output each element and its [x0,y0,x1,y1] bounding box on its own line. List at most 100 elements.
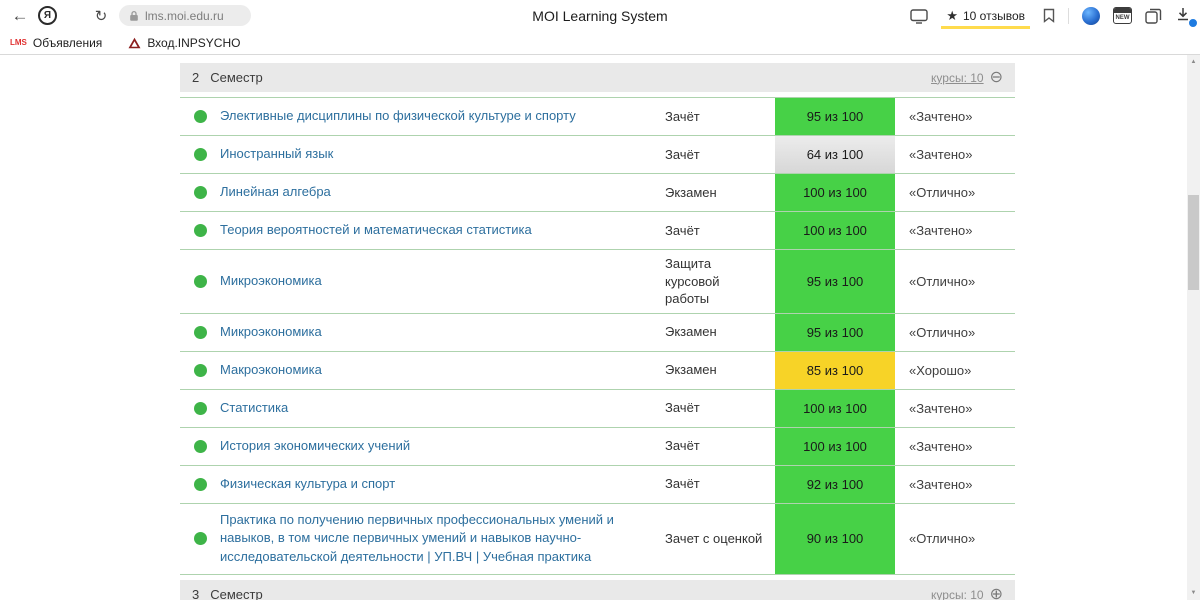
score-cell: 100 из 100 [775,212,895,249]
semester-label: Семестр [210,70,263,85]
status-dot-icon [193,325,207,339]
semester-label: Семестр [210,587,263,600]
score-cell: 100 из 100 [775,389,895,427]
yandex-icon: Я [43,10,52,21]
table-row: Микроэкономика Защита курсовой работы 95… [180,250,1015,314]
toolbar-right-icons: ★ 10 отзывов NEW [910,0,1198,31]
subject-link[interactable]: Практика по получению первичных професси… [220,504,665,575]
score-cell: 90 из 100 [775,503,895,575]
download-badge [1188,17,1198,28]
scrollbar[interactable]: ▲ ▼ [1187,55,1200,600]
lms-icon: LMS [10,38,27,47]
bookmark-icon[interactable] [1043,8,1055,23]
table-row: Макроэкономика Экзамен 85 из 100 «Хорошо… [180,351,1015,390]
grade-text: «Зачтено» [909,438,973,454]
table-row: Иностранный язык Зачёт 64 из 100 «Зачтен… [180,136,1015,174]
status-cell [180,390,220,427]
bookmarks-bar: LMS Объявления Вход.INPSYCHO [0,31,1200,55]
status-dot-icon [193,477,207,491]
assessment-type: Зачёт [665,146,700,162]
score-cell: 100 из 100 [775,427,895,465]
grade-text: «Отлично» [909,531,976,547]
reviews-button[interactable]: ★ 10 отзывов [941,3,1030,29]
courses-count-link[interactable]: курсы: 10 [931,588,984,600]
status-cell [180,504,220,575]
bookmark-item-inpsycho[interactable]: Вход.INPSYCHO [128,36,240,50]
assessment-type: Зачёт [665,222,700,238]
back-button[interactable]: ← [8,4,32,28]
courses-count-link[interactable]: курсы: 10 [931,71,984,85]
grade-text: «Зачтено» [909,476,973,492]
subject-link[interactable]: Физическая культура и спорт [220,466,665,503]
assessment-type: Экзамен [665,324,717,340]
status-cell [180,250,220,313]
back-icon: ← [11,5,29,25]
assessment-type: Экзамен [665,362,717,378]
subject-link[interactable]: Микроэкономика [220,250,665,313]
new-extension-label: NEW [1115,15,1130,21]
table-row: Микроэкономика Экзамен 95 из 100 «Отличн… [180,313,1015,352]
grade-text: «Зачтено» [909,400,973,416]
browser-toolbar: ← Я ↻ lms.moi.edu.ru MOI Learning System… [0,0,1200,31]
collapse-icon[interactable]: ⊖ [990,69,1003,86]
reviews-count: 10 отзывов [962,8,1025,23]
scroll-up-button[interactable]: ▲ [1187,55,1200,69]
table-row: Элективные дисциплины по физической куль… [180,98,1015,136]
refresh-icon: ↻ [94,7,108,25]
grade-text: «Зачтено» [909,109,973,124]
collections-icon[interactable] [1145,8,1162,24]
table-row: Статистика Зачёт 100 из 100 «Зачтено» [180,389,1015,428]
subject-link[interactable]: Иностранный язык [220,136,665,173]
refresh-button[interactable]: ↻ [89,4,113,28]
subject-link[interactable]: История экономических учений [220,428,665,465]
subject-link[interactable]: Линейная алгебра [220,174,665,211]
grade-text: «Отлично» [909,324,976,340]
expand-icon[interactable]: ⊕ [990,586,1003,600]
downloads-button[interactable] [1175,6,1198,28]
assessment-type: Зачёт [665,400,700,416]
bookmark-item-announcements[interactable]: LMS Объявления [10,36,102,50]
status-cell [180,136,220,173]
scroll-down-button[interactable]: ▼ [1187,586,1200,600]
lock-icon [130,10,138,21]
semester-footer: 3 Семестр курсы: 10 ⊕ [180,580,1015,600]
grade-text: «Зачтено» [909,147,973,162]
grade-text: «Зачтено» [909,223,973,238]
yandex-logo-button[interactable]: Я [38,6,57,25]
subject-link[interactable]: Статистика [220,390,665,427]
inpsycho-icon [128,37,141,48]
assessment-type: Экзамен [665,184,717,200]
grade-text: «Отлично» [909,185,976,200]
scroll-down-icon: ▼ [1190,590,1197,596]
status-dot-icon [193,532,207,546]
assessment-type: Зачёт [665,476,700,492]
semester-number: 3 [192,587,200,600]
score-cell: 100 из 100 [775,174,895,211]
address-bar[interactable]: lms.moi.edu.ru [119,5,251,26]
status-dot-icon [193,439,207,453]
grade-text: «Отлично» [909,273,976,289]
semester-header: 2 Семестр курсы: 10 ⊖ [180,63,1015,92]
table-row: Теория вероятностей и математическая ста… [180,212,1015,250]
scrollbar-thumb[interactable] [1188,195,1199,290]
assessment-type: Зачет с оценкой [665,531,763,547]
bookmark-label: Вход.INPSYCHO [147,35,241,50]
status-cell [180,314,220,351]
score-cell: 92 из 100 [775,465,895,503]
subject-link[interactable]: Микроэкономика [220,314,665,351]
table-row: История экономических учений Зачёт 100 и… [180,427,1015,466]
course-rows: Элективные дисциплины по физической куль… [180,97,1015,576]
table-row: Физическая культура и спорт Зачёт 92 из … [180,465,1015,504]
status-dot-icon [193,186,207,199]
subject-link[interactable]: Макроэкономика [220,352,665,389]
scroll-up-icon: ▲ [1190,59,1197,65]
score-cell: 85 из 100 [775,351,895,389]
score-cell: 95 из 100 [775,98,895,135]
cast-icon[interactable] [910,8,929,24]
table-row: Линейная алгебра Экзамен 100 из 100 «Отл… [180,174,1015,212]
subject-link[interactable]: Элективные дисциплины по физической куль… [220,98,665,135]
blue-extension-icon[interactable] [1082,6,1100,25]
status-dot-icon [193,110,207,123]
new-extension-icon[interactable]: NEW [1113,7,1132,24]
subject-link[interactable]: Теория вероятностей и математическая ста… [220,212,665,249]
